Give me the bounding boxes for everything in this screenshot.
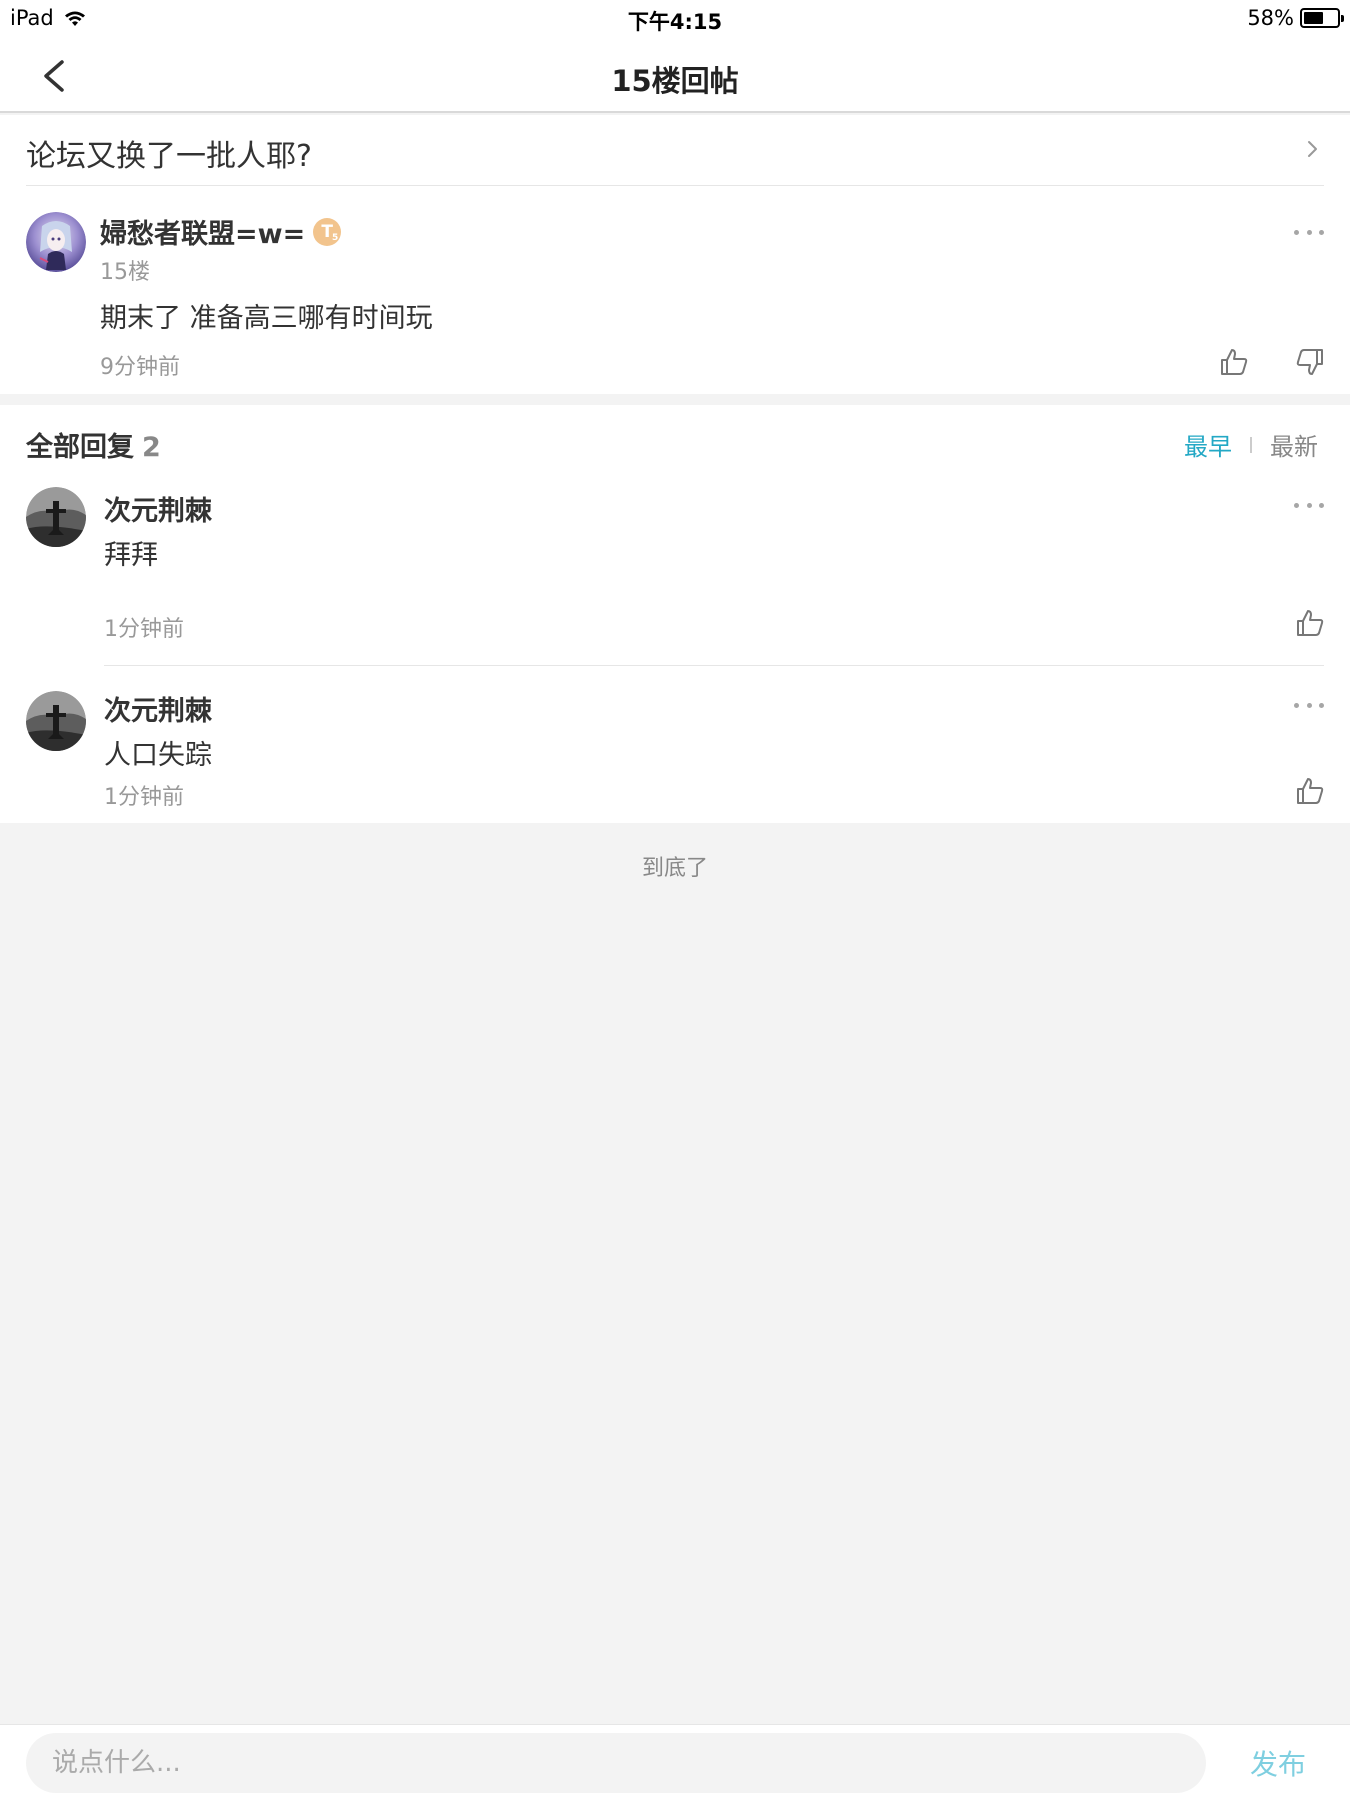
publish-button[interactable]: 发布 xyxy=(1250,1743,1306,1783)
reply-input-bar: 发布 xyxy=(0,1724,1350,1800)
battery-tip xyxy=(1341,15,1344,22)
sort-earliest-button[interactable]: 最早 xyxy=(1184,427,1232,462)
status-right: 58% xyxy=(1247,6,1344,30)
battery-fill xyxy=(1304,12,1323,24)
divider xyxy=(104,665,1324,666)
avatar[interactable] xyxy=(26,691,86,751)
thumbs-up-icon[interactable] xyxy=(1218,346,1250,378)
thumbs-up-icon[interactable] xyxy=(1294,607,1326,639)
replies-count: 2 xyxy=(142,432,161,463)
more-options-icon[interactable] xyxy=(1294,695,1324,715)
sort-divider xyxy=(1250,436,1252,453)
end-of-list-text: 到底了 xyxy=(641,856,708,881)
reply-author[interactable]: 次元荆棘 xyxy=(104,489,212,528)
status-bar: iPad 下午4:15 58% xyxy=(0,0,1350,40)
level-badge: T 5 xyxy=(313,217,342,246)
more-options-icon[interactable] xyxy=(1294,222,1324,242)
replies-header: 全部回复 2 xyxy=(26,425,161,464)
replies-section: 全部回复 2 最早 最新 次元荆棘 拜拜 1分钟前 次元荆棘 人口失踪 1分钟前 xyxy=(0,405,1350,823)
sort-toggle: 最早 最新 xyxy=(1184,427,1318,462)
reply-input[interactable] xyxy=(26,1733,1206,1793)
page-title: 15楼回帖 xyxy=(611,64,739,98)
thumbs-up-icon[interactable] xyxy=(1294,775,1326,807)
thumbs-down-icon[interactable] xyxy=(1294,346,1326,378)
author-name[interactable]: 婦愁者联盟=w= T 5 xyxy=(100,212,342,251)
battery-percent: 58% xyxy=(1247,6,1294,30)
floor-number: 15楼 xyxy=(100,260,150,285)
more-options-icon[interactable] xyxy=(1294,495,1324,515)
post-content: 期末了 准备高三哪有时间玩 xyxy=(100,303,433,334)
app-screen: iPad 下午4:15 58% 15楼回帖 论坛又换了一批人耶? 婦愁者联盟=w… xyxy=(0,0,1350,1800)
sort-latest-button[interactable]: 最新 xyxy=(1270,427,1318,462)
avatar-image xyxy=(26,487,86,547)
reply-item: 次元荆棘 人口失踪 1分钟前 xyxy=(0,667,1350,823)
thread-title: 论坛又换了一批人耶? xyxy=(26,139,312,174)
nav-bar: 15楼回帖 xyxy=(0,40,1350,113)
chevron-right-icon xyxy=(1308,141,1317,157)
author-name-text: 婦愁者联盟=w= xyxy=(100,219,306,250)
replies-header-label: 全部回复 xyxy=(26,432,134,463)
reply-content: 人口失踪 xyxy=(104,740,212,771)
floor-post: 婦愁者联盟=w= T 5 15楼 期末了 准备高三哪有时间玩 9分钟前 xyxy=(0,186,1350,394)
avatar-image xyxy=(26,691,86,751)
reply-item: 次元荆棘 拜拜 1分钟前 xyxy=(0,483,1350,666)
reply-time: 1分钟前 xyxy=(104,785,184,810)
battery-icon xyxy=(1300,8,1344,28)
post-time: 9分钟前 xyxy=(100,355,180,380)
reply-time: 1分钟前 xyxy=(104,617,184,642)
reply-content: 拜拜 xyxy=(104,540,158,571)
avatar-image xyxy=(26,212,86,272)
avatar[interactable] xyxy=(26,212,86,272)
level-badge-number: 5 xyxy=(331,232,339,243)
thread-title-link[interactable]: 论坛又换了一批人耶? xyxy=(0,115,1350,186)
status-time: 下午4:15 xyxy=(627,10,723,34)
avatar[interactable] xyxy=(26,487,86,547)
reply-author[interactable]: 次元荆棘 xyxy=(104,689,212,728)
